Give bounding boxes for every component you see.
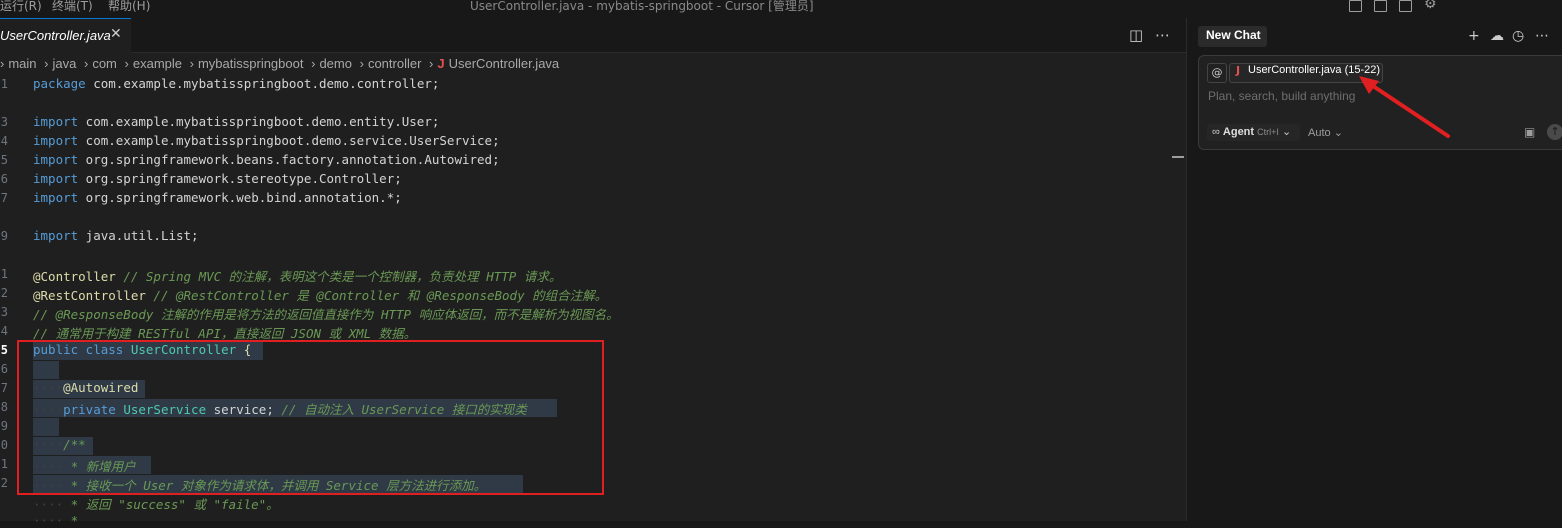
menu-help[interactable]: 帮助(H) <box>108 0 150 14</box>
breadcrumb-demo[interactable]: demo <box>319 56 352 71</box>
add-chat-icon[interactable]: + <box>1468 28 1480 44</box>
chevron-right-icon: › <box>0 56 5 71</box>
line-number: 6 <box>0 172 8 186</box>
code-line-import[interactable]: import org.springframework.stereotype.Co… <box>33 171 402 186</box>
breadcrumb-mybatisspringboot[interactable]: mybatisspringboot <box>198 56 304 71</box>
code-line-import[interactable]: import com.example.mybatisspringboot.dem… <box>33 133 500 148</box>
line-number: 1 <box>0 77 8 91</box>
line-number: 3 <box>0 305 8 319</box>
line-number: 2 <box>0 286 8 300</box>
chevron-right-icon: › <box>359 56 364 71</box>
line-number: 8 <box>0 400 8 414</box>
send-button[interactable]: ↑ <box>1547 124 1562 140</box>
settings-gear-icon[interactable]: ⚙ <box>1424 0 1437 12</box>
line-number: 4 <box>0 324 8 338</box>
line-number: 5 <box>0 153 8 167</box>
chat-input-placeholder[interactable]: Plan, search, build anything <box>1208 89 1355 103</box>
chevron-right-icon: › <box>311 56 316 71</box>
cloud-icon[interactable]: ☁ <box>1490 28 1504 44</box>
code-line-comment[interactable]: // @ResponseBody 注解的作用是将方法的返回值直接作为 HTTP … <box>33 304 619 323</box>
more-options-icon[interactable]: ⋯ <box>1535 28 1549 44</box>
breadcrumb-example[interactable]: example <box>133 56 182 71</box>
breadcrumb-file[interactable]: UserController.java <box>449 56 560 71</box>
red-arrow-annotation <box>1359 76 1450 138</box>
toggle-sidebar-icon[interactable] <box>1349 0 1362 12</box>
line-number: 9 <box>0 229 8 243</box>
chevron-right-icon: › <box>124 56 129 71</box>
java-file-icon: J <box>1236 64 1241 77</box>
breadcrumb-main[interactable]: main <box>8 56 36 71</box>
chevron-right-icon: › <box>189 56 194 71</box>
line-number: 0 <box>0 438 8 452</box>
split-editor-icon[interactable]: ◫ <box>1129 26 1143 44</box>
code-line-annotation[interactable]: @RestController // @RestController 是 @Co… <box>33 285 607 304</box>
tab-close-icon[interactable]: ✕ <box>110 26 122 42</box>
toggle-panel-icon[interactable] <box>1374 0 1387 12</box>
code-line-annotation[interactable]: @Controller // Spring MVC 的注解，表明这个类是一个控制… <box>33 266 561 285</box>
chevron-right-icon: › <box>83 56 89 71</box>
code-line-import[interactable]: import java.util.List; <box>33 228 199 243</box>
java-file-icon: J <box>437 56 445 71</box>
code-line-import[interactable]: import org.springframework.web.bind.anno… <box>33 190 402 205</box>
line-number: 4 <box>0 134 8 148</box>
chevron-down-icon: ⌄ <box>1281 126 1292 138</box>
code-line-package[interactable]: package com.example.mybatisspringboot.de… <box>33 76 439 91</box>
window-title: UserController.java - mybatis-springboot… <box>470 0 814 13</box>
infinity-icon: ∞ <box>1212 126 1223 138</box>
line-number: 7 <box>0 191 8 205</box>
agent-mode-label[interactable]: ∞ Agent Ctrl+I ⌄ <box>1212 125 1291 138</box>
line-number-current: 5 <box>0 343 8 357</box>
image-upload-icon[interactable]: ▣ <box>1524 125 1535 139</box>
history-icon[interactable]: ◷ <box>1512 28 1524 44</box>
add-context-button[interactable]: @ <box>1207 63 1227 83</box>
editor-tab-bar <box>0 18 1186 53</box>
code-line-import[interactable]: import org.springframework.beans.factory… <box>33 152 500 167</box>
line-number: 1 <box>0 457 8 471</box>
red-annotation-box <box>17 340 604 495</box>
line-number: 3 <box>0 115 8 129</box>
scrollbar-marker <box>1172 156 1184 158</box>
line-number: 7 <box>0 381 8 395</box>
chat-tab-label[interactable]: New Chat <box>1206 28 1261 42</box>
model-select[interactable]: Auto ⌄ <box>1308 126 1343 139</box>
tab-label[interactable]: UserController.java <box>0 28 111 43</box>
breadcrumb-java[interactable]: java <box>53 56 77 71</box>
breadcrumb-com[interactable]: com <box>92 56 117 71</box>
breadcrumb: › main › java › com › example › mybatisspring… <box>0 56 563 74</box>
toggle-secondary-sidebar-icon[interactable] <box>1399 0 1412 12</box>
menu-terminal[interactable]: 终端(T) <box>52 0 93 14</box>
chevron-right-icon: › <box>44 56 49 71</box>
line-number: 1 <box>0 267 8 281</box>
line-number: 2 <box>0 476 8 490</box>
breadcrumb-controller[interactable]: controller <box>368 56 421 71</box>
chevron-down-icon: ⌄ <box>1333 127 1343 139</box>
more-actions-icon[interactable]: ⋯ <box>1155 26 1170 44</box>
code-line-javadoc[interactable]: ···· * 返回 "success" 或 "faile"。 <box>33 494 279 513</box>
menu-run[interactable]: 运行(R) <box>0 0 42 14</box>
line-number: 6 <box>0 362 8 376</box>
chevron-right-icon: › <box>429 56 434 71</box>
line-number: 9 <box>0 419 8 433</box>
code-line-import[interactable]: import com.example.mybatisspringboot.dem… <box>33 114 439 129</box>
